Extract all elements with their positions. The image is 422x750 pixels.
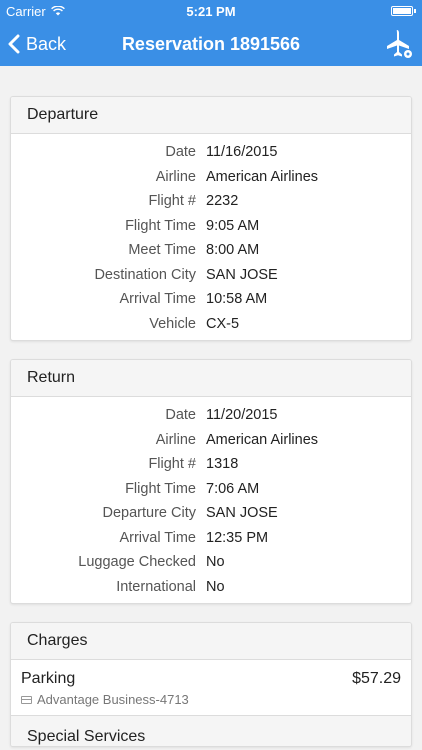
chevron-left-icon (8, 34, 20, 54)
detail-value: SAN JOSE (206, 505, 278, 522)
detail-label: Flight Time (125, 217, 196, 234)
detail-label: Arrival Time (119, 291, 196, 308)
charge-payment: Advantage Business-4713 (21, 692, 401, 707)
detail-row: Flight Time 7:06 AM (11, 477, 411, 502)
main-content: Departure Date 11/16/2015 Airline American … (0, 66, 422, 747)
back-label: Back (26, 33, 67, 54)
charge-item-parking[interactable]: Parking $57.29 Advantage Business-4713 (11, 660, 411, 716)
status-time: 5:21 PM (186, 3, 236, 19)
detail-row: Departure City SAN JOSE (11, 501, 411, 526)
detail-label: Flight Time (125, 480, 196, 497)
detail-row: Date 11/20/2015 (11, 403, 411, 428)
status-bar: Carrier 5:21 PM (0, 0, 422, 22)
credit-card-icon (21, 695, 32, 704)
return-card: Return Date 11/20/2015 Airline American Air… (10, 359, 412, 604)
detail-label: Departure City (102, 505, 196, 522)
return-title: Return (11, 360, 411, 397)
charge-name: Parking (21, 670, 76, 687)
detail-value: 8:00 AM (206, 242, 260, 259)
detail-label: Meet Time (128, 242, 196, 259)
detail-row: Flight Time 9:05 AM (11, 214, 411, 239)
departure-card: Departure Date 11/16/2015 Airline American … (10, 96, 412, 341)
airplane-icon[interactable] (382, 28, 414, 60)
charges-title: Charges (11, 623, 411, 660)
detail-label: Luggage Checked (78, 554, 196, 571)
detail-label: Destination City (94, 266, 196, 283)
detail-value: 7:06 AM (206, 480, 260, 497)
header: Carrier 5:21 PM Back Reservation 1891566 (0, 0, 422, 66)
detail-value: 11/16/2015 (206, 144, 278, 161)
detail-label: Arrival Time (119, 529, 196, 546)
special-services-title: Special Services (11, 716, 411, 746)
detail-row: Airline American Airlines (11, 428, 411, 453)
detail-value: 10:58 AM (206, 291, 268, 308)
detail-value: 1318 (206, 456, 239, 473)
detail-row: Vehicle CX-5 (11, 312, 411, 337)
detail-value: No (206, 578, 225, 595)
detail-row: Arrival Time 12:35 PM (11, 526, 411, 551)
detail-row: Flight # 2232 (11, 189, 411, 214)
detail-value: American Airlines (206, 431, 319, 448)
charges-card: Charges Parking $57.29 Advantage Busines… (10, 622, 412, 747)
detail-value: 11/20/2015 (206, 407, 278, 424)
detail-label: Date (165, 144, 196, 161)
detail-label: Vehicle (149, 315, 196, 332)
detail-label: Airline (155, 168, 196, 185)
detail-value: CX-5 (206, 315, 240, 332)
detail-row: Meet Time 8:00 AM (11, 238, 411, 263)
detail-value: No (206, 554, 225, 571)
return-rows: Date 11/20/2015 Airline American Airlines Fl… (11, 397, 411, 603)
detail-row: Destination City SAN JOSE (11, 263, 411, 288)
charge-payment-label: Advantage Business-4713 (37, 692, 189, 707)
detail-row: International No (11, 575, 411, 600)
detail-row: Luggage Checked No (11, 550, 411, 575)
detail-row: Airline American Airlines (11, 165, 411, 190)
departure-rows: Date 11/16/2015 Airline American Airlines Fl… (11, 134, 411, 340)
detail-row: Date 11/16/2015 (11, 140, 411, 165)
detail-value: 2232 (206, 193, 239, 210)
detail-value: American Airlines (206, 168, 319, 185)
detail-label: Flight # (148, 193, 196, 210)
back-button[interactable]: Back (0, 34, 66, 55)
detail-value: SAN JOSE (206, 266, 278, 283)
detail-value: 12:35 PM (206, 529, 269, 546)
detail-row: Flight # 1318 (11, 452, 411, 477)
departure-title: Departure (11, 97, 411, 134)
nav-bar: Back Reservation 1891566 (0, 22, 422, 66)
detail-label: International (116, 578, 196, 595)
detail-label: Date (165, 407, 196, 424)
detail-label: Flight # (148, 456, 196, 473)
detail-row: Arrival Time 10:58 AM (11, 287, 411, 312)
charge-amount: $57.29 (352, 670, 401, 687)
detail-label: Airline (155, 431, 196, 448)
detail-value: 9:05 AM (206, 217, 260, 234)
